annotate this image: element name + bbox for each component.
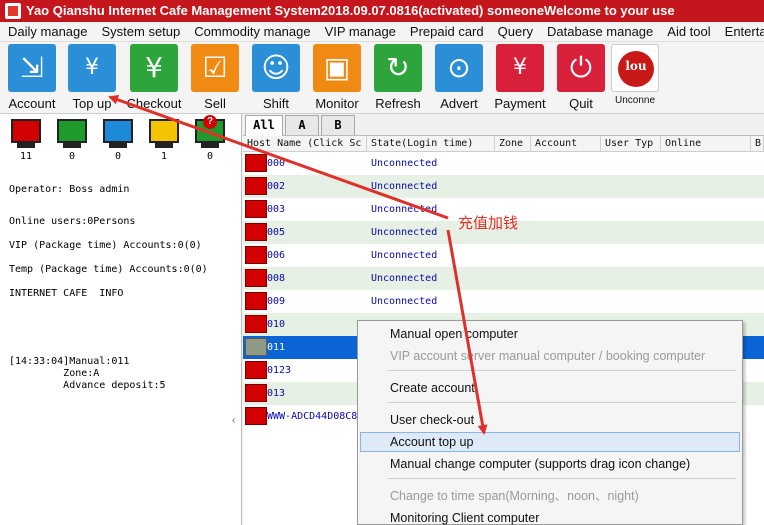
context-menu: Manual open computer VIP account server … [357,320,743,525]
tab-b[interactable]: B [321,115,355,135]
zone-tabs: All A B [243,114,764,136]
question-badge: ? [203,115,217,129]
monitor-icon [11,119,41,143]
cloud-status-button[interactable]: lou Unconne [604,44,666,112]
quit-icon: ⏻ [557,44,605,92]
menu-item-manual-open-computer[interactable]: Manual open computer [360,324,740,344]
menu-item-manual-change-computer[interactable]: Manual change computer (supports drag ic… [360,454,740,474]
menu-item-account-top-up[interactable]: Account top up [360,432,740,452]
col-zone[interactable]: Zone [495,136,531,152]
menu-bar: Daily manage System setup Commodity manage… [0,22,764,42]
monitor-button[interactable]: ▣ Monitor [307,44,367,112]
toolbar: ⇲ Account ¥ Top up ¥ Checkout ☑ Sell ☺ S… [0,42,764,114]
operator-label: Operator: Boss admin [9,184,130,195]
monitor-status-vip[interactable]: 1 [149,119,179,162]
monitor-icon: ? [195,115,225,143]
app-window: Yao Qianshu Internet Cafe Management Sys… [0,0,764,525]
vip-accounts-label: VIP (Package time) Accounts:0(0) [9,240,202,251]
cart-icon: ☑ [191,44,239,92]
payment-button[interactable]: ¥ Payment [490,44,550,112]
col-balance[interactable]: B [751,136,764,152]
status-panel: 11 0 0 1 ? 0 Operator: Boss admin Online… [0,114,242,525]
monitor-status-online[interactable]: 0 [57,119,87,162]
title-bar: Yao Qianshu Internet Cafe Management Sys… [0,0,764,22]
col-host-name[interactable]: Host Name (Click Sc [243,136,367,152]
grid-header: Host Name (Click Sc State(Login time) Zo… [243,136,764,152]
col-state[interactable]: State(Login time) [367,136,495,152]
computer-icon [245,292,267,310]
menu-system-setup[interactable]: System setup [94,22,187,41]
computer-icon [245,315,267,333]
monitor-status-unconnected[interactable]: 11 [11,119,41,162]
monitor-icon [57,119,87,143]
monitor-icon: ▣ [313,44,361,92]
col-account[interactable]: Account [531,136,601,152]
menu-separator [388,478,736,479]
cloud-icon: lou [611,44,659,92]
checkout-button[interactable]: ¥ Checkout [124,44,184,112]
monitor-status-idle[interactable]: 0 [103,119,133,162]
monitor-status-other[interactable]: ? 0 [195,115,225,162]
temp-accounts-label: Temp (Package time) Accounts:0(0) [9,264,208,275]
computer-icon [245,177,267,195]
computer-icon [245,269,267,287]
table-row[interactable]: 009 Unconnected [243,290,764,313]
advert-button[interactable]: ⊙ Advert [429,44,489,112]
menu-query[interactable]: Query [490,22,539,41]
menu-item-create-account[interactable]: Create account [360,378,740,398]
menu-separator [388,370,736,371]
table-row[interactable]: 008 Unconnected [243,267,764,290]
computer-icon [245,223,267,241]
shift-button[interactable]: ☺ Shift [246,44,306,112]
menu-commodity-manage[interactable]: Commodity manage [186,22,316,41]
menu-prepaid-card[interactable]: Prepaid card [402,22,490,41]
menu-separator [388,402,736,403]
cafe-info-label: INTERNET CAFE INFO [9,288,124,299]
annotation-label: 充值加钱 [458,215,519,232]
tab-a[interactable]: A [285,115,319,135]
computer-icon [245,200,267,218]
table-row[interactable]: 006 Unconnected [243,244,764,267]
computer-icon [245,407,267,425]
menu-database-manage[interactable]: Database manage [539,22,659,41]
menu-item-vip-manual-computer: VIP account server manual computer / boo… [390,349,706,363]
menu-item-monitoring-client[interactable]: Monitoring Client computer [360,508,740,525]
tab-all[interactable]: All [245,115,283,136]
activity-log: [14:33:04]Manual:011 Zone:A Advance depo… [9,356,166,391]
top-up-icon: ¥ [68,44,116,92]
shift-icon: ☺ [252,44,300,92]
computer-icon [245,154,267,172]
col-user-type[interactable]: User Typ [601,136,661,152]
monitor-icon [103,119,133,143]
monitor-icon [149,119,179,143]
menu-aid-tool[interactable]: Aid tool [659,22,716,41]
advert-icon: ⊙ [435,44,483,92]
account-icon: ⇲ [8,44,56,92]
collapse-panel-handle[interactable]: ‹ [232,415,235,426]
menu-item-user-check-out[interactable]: User check-out [360,410,740,430]
computer-icon [245,246,267,264]
checkout-icon: ¥ [130,44,178,92]
table-row[interactable]: 002 Unconnected [243,175,764,198]
refresh-icon: ↻ [374,44,422,92]
menu-entertainment[interactable]: Entertai [717,22,764,41]
computer-icon [245,338,267,356]
computer-icon [245,384,267,402]
menu-daily-manage[interactable]: Daily manage [0,22,94,41]
table-row[interactable]: 000 Unconnected [243,152,764,175]
window-title: Yao Qianshu Internet Cafe Management Sys… [26,3,675,18]
menu-item-change-time-span: Change to time span(Morning、noon、night) [390,489,639,503]
menu-vip-manage[interactable]: VIP manage [317,22,402,41]
online-users-label: Online users:0Persons [9,216,136,227]
account-button[interactable]: ⇲ Account [2,44,62,112]
payment-icon: ¥ [496,44,544,92]
app-logo-icon [5,3,21,19]
refresh-button[interactable]: ↻ Refresh [368,44,428,112]
col-online[interactable]: Online [661,136,751,152]
top-up-button[interactable]: ¥ Top up [62,44,122,112]
quit-button[interactable]: ⏻ Quit [551,44,611,112]
sell-button[interactable]: ☑ Sell [185,44,245,112]
computer-icon [245,361,267,379]
